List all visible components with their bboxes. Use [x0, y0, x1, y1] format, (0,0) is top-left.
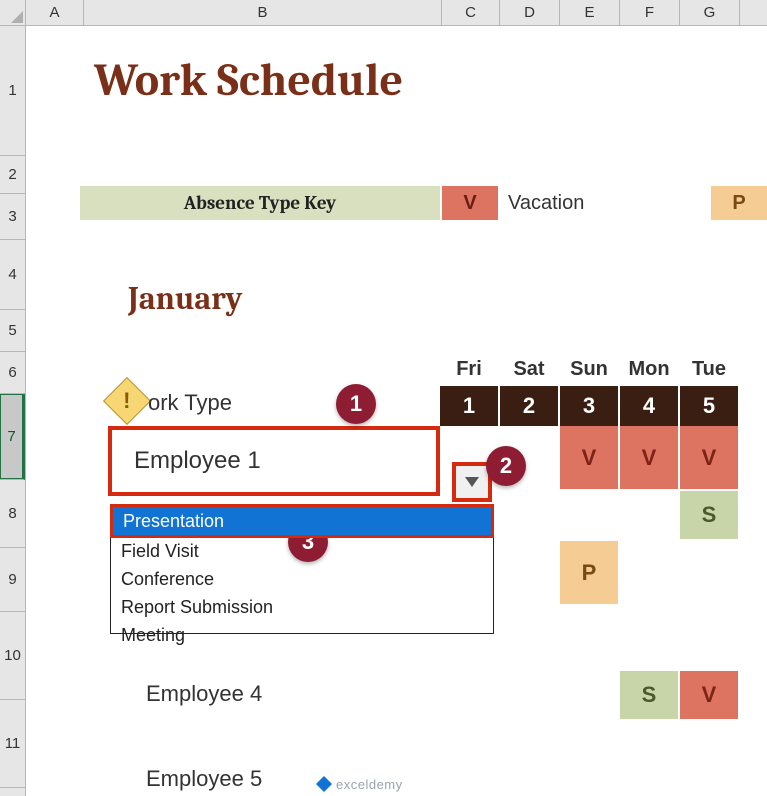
cal-cell[interactable]: V	[680, 671, 740, 721]
select-all-corner[interactable]	[0, 0, 26, 25]
col-header-D[interactable]: D	[500, 0, 560, 25]
day-num-5: 5	[680, 386, 740, 426]
col-header-A[interactable]: A	[26, 0, 84, 25]
day-name-sat: Sat	[500, 352, 560, 386]
cal-cell[interactable]: S	[620, 671, 680, 721]
col-header-E[interactable]: E	[560, 0, 620, 25]
cal-cell[interactable]: V	[620, 426, 680, 491]
cal-cell[interactable]: P	[560, 541, 620, 606]
day-name-sun: Sun	[560, 352, 620, 386]
day-name-fri: Fri	[440, 352, 500, 386]
cal-cell[interactable]	[560, 606, 620, 671]
dropdown-option-meeting[interactable]: Meeting	[111, 621, 493, 649]
cal-cell[interactable]	[680, 541, 740, 606]
row-header-5[interactable]: 5	[0, 310, 25, 352]
cal-cell[interactable]	[500, 671, 560, 721]
page-title: Work Schedule	[94, 54, 403, 107]
day-num-2: 2	[500, 386, 560, 426]
cal-cell[interactable]	[680, 606, 740, 671]
employee-4-label[interactable]: Employee 4	[146, 681, 262, 707]
work-type-label: ork Type	[148, 390, 232, 416]
cal-cell[interactable]	[500, 491, 560, 541]
day-num-4: 4	[620, 386, 680, 426]
cal-cell[interactable]: S	[680, 491, 740, 541]
absence-code-v: V	[440, 186, 498, 220]
cal-cell[interactable]: V	[560, 426, 620, 491]
row-header-9[interactable]: 9	[0, 548, 25, 612]
selected-cell-b7[interactable]: Employee 1	[108, 426, 440, 496]
watermark-text: exceldemy	[336, 777, 403, 792]
cal-cell[interactable]	[500, 606, 560, 671]
col-header-C[interactable]: C	[442, 0, 500, 25]
cal-cell[interactable]	[620, 541, 680, 606]
watermark-icon	[316, 776, 332, 792]
dropdown-option-report-submission[interactable]: Report Submission	[111, 593, 493, 621]
row-header-8[interactable]: 8	[0, 480, 25, 548]
row-header-7[interactable]: 7	[0, 394, 25, 480]
col-header-G[interactable]: G	[680, 0, 740, 25]
month-label: January	[128, 280, 242, 317]
annotation-callout-2: 2	[486, 446, 526, 486]
cal-cell[interactable]	[620, 491, 680, 541]
worksheet-area[interactable]: Work Schedule Absence Type Key V Vacatio…	[26, 26, 767, 796]
row-header-1[interactable]: 1	[0, 26, 25, 156]
row-header-2[interactable]: 2	[0, 156, 25, 194]
row-header-3[interactable]: 3	[0, 194, 25, 240]
cal-cell[interactable]	[560, 671, 620, 721]
selected-cell-value: Employee 1	[134, 447, 261, 475]
cal-cell[interactable]	[560, 491, 620, 541]
row-header-column: 1 2 3 4 5 6 7 8 9 10 11	[0, 26, 26, 796]
day-num-3: 3	[560, 386, 620, 426]
row-header-10[interactable]: 10	[0, 612, 25, 700]
row-header-4[interactable]: 4	[0, 240, 25, 310]
absence-key-row: Absence Type Key V Vacation P	[80, 186, 767, 220]
cal-cell[interactable]	[620, 606, 680, 671]
data-validation-dropdown-list[interactable]: Presentation Field Visit Conference Repo…	[110, 504, 494, 634]
watermark: exceldemy	[316, 776, 403, 792]
column-header-row: A B C D E F G	[0, 0, 767, 26]
chevron-down-icon	[465, 477, 479, 487]
annotation-callout-1: 1	[336, 384, 376, 424]
cal-cell[interactable]	[440, 671, 500, 721]
col-header-B[interactable]: B	[84, 0, 442, 25]
absence-key-label: Absence Type Key	[80, 186, 440, 220]
dropdown-option-presentation[interactable]: Presentation	[110, 504, 494, 538]
row-header-11[interactable]: 11	[0, 700, 25, 788]
employee-5-label[interactable]: Employee 5	[146, 766, 262, 792]
day-name-mon: Mon	[620, 352, 680, 386]
day-num-1: 1	[440, 386, 500, 426]
absence-text-vacation: Vacation	[498, 186, 711, 220]
dropdown-option-conference[interactable]: Conference	[111, 565, 493, 593]
col-header-F[interactable]: F	[620, 0, 680, 25]
error-indicator-icon[interactable]: !	[103, 377, 151, 425]
cal-cell[interactable]: V	[680, 426, 740, 491]
absence-code-p: P	[711, 186, 767, 220]
select-all-icon	[11, 11, 23, 23]
day-name-tue: Tue	[680, 352, 740, 386]
cal-cell[interactable]	[500, 541, 560, 606]
row-header-6[interactable]: 6	[0, 352, 25, 394]
